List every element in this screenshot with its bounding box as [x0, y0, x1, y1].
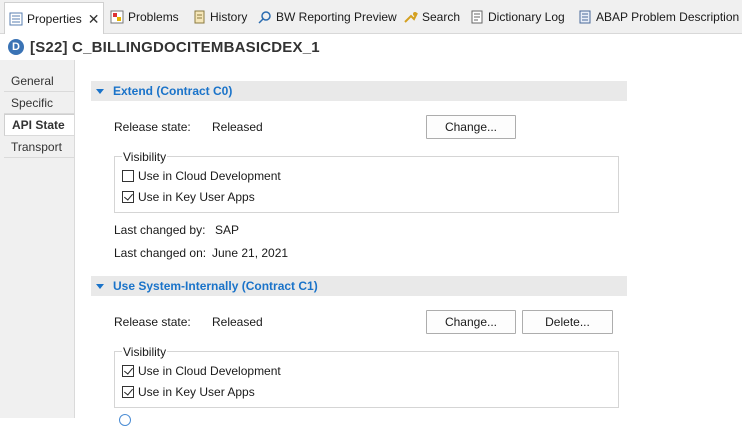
cloud-development-checkbox[interactable]: Use in Cloud Development: [122, 169, 281, 183]
checkbox-checked[interactable]: [122, 386, 134, 398]
properties-icon: [9, 12, 23, 26]
tab-label: BW Reporting Preview: [276, 10, 397, 24]
dictionary-log-icon: [470, 10, 484, 24]
close-icon[interactable]: ✕: [88, 12, 100, 26]
tab-search[interactable]: Search: [404, 5, 460, 29]
checkbox-checked[interactable]: [122, 191, 134, 203]
collapse-triangle-icon[interactable]: [96, 88, 104, 94]
last-changed-by-value: SAP: [215, 223, 240, 237]
tab-label: Dictionary Log: [488, 10, 565, 24]
history-icon: [192, 10, 206, 24]
collapse-triangle-icon[interactable]: [96, 283, 104, 289]
section-title: Use System-Internally (Contract C1): [113, 279, 318, 293]
release-state-value: Released: [212, 315, 263, 329]
tab-history[interactable]: History: [192, 5, 247, 29]
checkbox-label: Use in Cloud Development: [138, 364, 281, 378]
nav-item-specific[interactable]: Specific: [4, 92, 75, 114]
checkbox-unchecked[interactable]: [122, 170, 134, 182]
info-icon: [119, 414, 131, 426]
tab-properties[interactable]: Properties ✕: [4, 2, 105, 34]
key-user-apps-checkbox[interactable]: Use in Key User Apps: [122, 190, 255, 204]
nav-item-transport[interactable]: Transport: [4, 136, 75, 158]
problems-icon: [110, 10, 124, 24]
section-header-extend[interactable]: Extend (Contract C0): [91, 81, 627, 101]
tab-abap-problem-description[interactable]: ABAP Problem Description: [578, 5, 739, 29]
visibility-group: Visibility Use in Cloud Development Use …: [114, 150, 619, 213]
change-button[interactable]: Change...: [426, 310, 516, 334]
nav-item-api-state[interactable]: API State: [4, 114, 75, 136]
visibility-title: Visibility: [122, 150, 168, 164]
view-tab-bar: Properties ✕ Problems History BW Reporti…: [0, 0, 742, 34]
tab-label: Search: [422, 10, 461, 24]
section-title: Extend (Contract C0): [113, 84, 233, 98]
last-changed-on-value: June 21, 2021: [212, 246, 289, 260]
checkbox-label: Use in Key User Apps: [138, 385, 255, 399]
nav-item-general[interactable]: General: [4, 70, 75, 92]
object-title-bar: D [S22] C_BILLINGDOCITEMBASICDEX_1: [0, 34, 742, 60]
visibility-group: Visibility Use in Cloud Development Use …: [114, 345, 619, 408]
ddl-source-icon: D: [8, 39, 24, 55]
checkbox-label: Use in Key User Apps: [138, 190, 255, 204]
tab-label: ABAP Problem Description: [596, 10, 740, 24]
delete-button[interactable]: Delete...: [522, 310, 613, 334]
last-changed-by-label: Last changed by:: [114, 223, 206, 237]
api-state-panel: Extend (Contract C0) Release state: Rele…: [75, 60, 742, 426]
tab-dictionary-log[interactable]: Dictionary Log: [470, 5, 565, 29]
search-icon: [404, 10, 418, 24]
tab-label: Properties: [27, 11, 82, 26]
section-header-use-system-internally[interactable]: Use System-Internally (Contract C1): [91, 276, 627, 296]
release-state-label: Release state:: [114, 120, 191, 134]
page-title: [S22] C_BILLINGDOCITEMBASICDEX_1: [30, 38, 320, 56]
tab-problems[interactable]: Problems: [110, 5, 179, 29]
release-state-value: Released: [212, 120, 263, 134]
release-state-label: Release state:: [114, 315, 191, 329]
tab-label: History: [210, 10, 248, 24]
nav-empty-area: [4, 158, 75, 418]
bw-preview-icon: [258, 10, 272, 24]
tab-bw-reporting-preview[interactable]: BW Reporting Preview: [258, 5, 397, 29]
key-user-apps-checkbox[interactable]: Use in Key User Apps: [122, 385, 255, 399]
checkbox-checked[interactable]: [122, 365, 134, 377]
abap-problem-icon: [578, 10, 592, 24]
change-button[interactable]: Change...: [426, 115, 516, 139]
tab-label: Problems: [128, 10, 179, 24]
properties-nav: General Specific API State Transport: [0, 60, 75, 418]
last-changed-on-label: Last changed on:: [114, 246, 207, 260]
checkbox-label: Use in Cloud Development: [138, 169, 281, 183]
visibility-title: Visibility: [122, 345, 168, 359]
cloud-development-checkbox[interactable]: Use in Cloud Development: [122, 364, 281, 378]
